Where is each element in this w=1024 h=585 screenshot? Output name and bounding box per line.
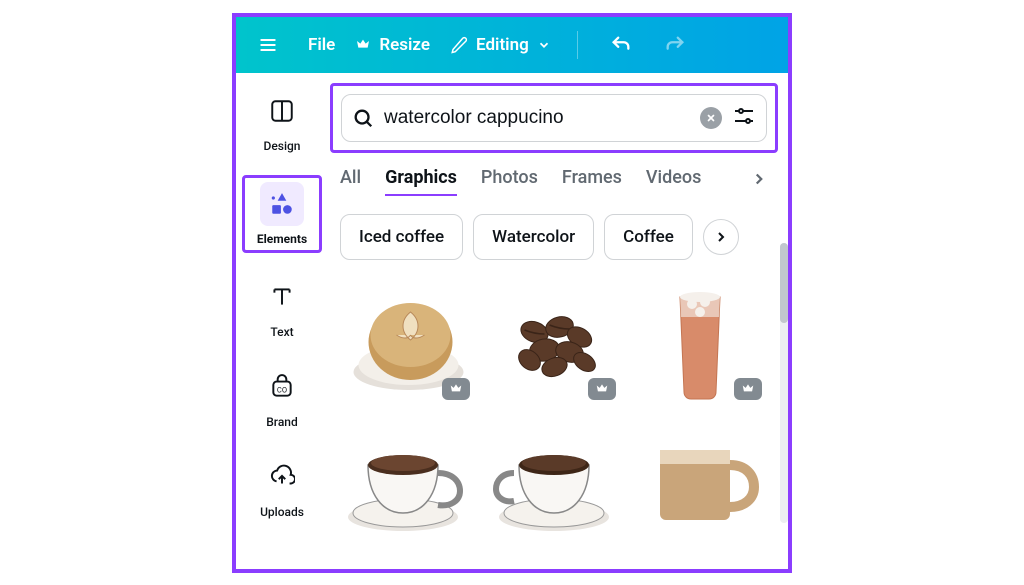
svg-text:CO: CO — [277, 385, 287, 394]
search-icon — [352, 107, 374, 129]
clear-search-button[interactable] — [700, 107, 722, 129]
topbar: File Resize Editing — [236, 17, 788, 73]
filter-button[interactable] — [732, 104, 756, 132]
sidebar-item-label: Brand — [266, 415, 298, 429]
elements-panel: All Graphics Photos Frames Videos Iced c… — [328, 73, 788, 569]
premium-badge — [588, 378, 616, 400]
chips-next-button[interactable] — [703, 219, 739, 255]
graphic-icon — [655, 282, 745, 402]
graphic-icon — [343, 425, 473, 535]
search-field[interactable] — [341, 94, 767, 142]
premium-badge — [442, 378, 470, 400]
result-coffee-beans[interactable] — [486, 278, 622, 406]
scrollbar-thumb[interactable] — [780, 243, 788, 323]
results-grid — [330, 278, 778, 544]
sidebar-item-label: Uploads — [260, 505, 304, 519]
tab-all[interactable]: All — [340, 167, 361, 196]
result-espresso-cup-1[interactable] — [340, 416, 476, 544]
separator — [577, 31, 578, 59]
chevron-right-icon — [713, 229, 729, 245]
result-flat-coffee-mug[interactable] — [632, 416, 768, 544]
undo-button[interactable] — [604, 28, 638, 62]
search-highlight — [330, 83, 778, 153]
chip-iced-coffee[interactable]: Iced coffee — [340, 214, 463, 260]
chip-watercolor[interactable]: Watercolor — [473, 214, 594, 260]
sliders-icon — [732, 104, 756, 128]
body: Design Elements Text CO Brand — [236, 73, 788, 569]
graphic-icon — [492, 292, 617, 392]
crown-icon — [741, 382, 755, 396]
sidebar-item-label: Text — [270, 325, 293, 339]
redo-icon — [664, 34, 686, 56]
undo-icon — [610, 34, 632, 56]
result-latte-art-cup[interactable] — [340, 278, 476, 406]
sidebar-item-elements[interactable]: Elements — [242, 175, 322, 253]
sidebar: Design Elements Text CO Brand — [236, 73, 328, 569]
text-icon — [269, 284, 295, 310]
crown-icon — [355, 37, 371, 53]
crown-icon — [595, 382, 609, 396]
tabs-next-button[interactable] — [750, 170, 768, 192]
editing-mode[interactable]: Editing — [450, 35, 551, 55]
result-iced-coffee-glass[interactable] — [632, 278, 768, 406]
brand-icon: CO — [269, 374, 295, 400]
crown-icon — [449, 382, 463, 396]
file-menu[interactable]: File — [308, 35, 335, 55]
resize-label: Resize — [379, 35, 430, 55]
chip-coffee[interactable]: Coffee — [604, 214, 693, 260]
sidebar-item-label: Elements — [257, 232, 307, 246]
graphic-icon — [640, 430, 760, 530]
close-icon — [706, 113, 716, 123]
sidebar-item-uploads[interactable]: Uploads — [242, 451, 322, 523]
resize-button[interactable]: Resize — [355, 35, 430, 55]
category-tabs: All Graphics Photos Frames Videos — [330, 167, 778, 196]
tab-graphics[interactable]: Graphics — [385, 167, 457, 196]
app-frame: File Resize Editing Design — [232, 13, 792, 573]
uploads-icon — [269, 464, 295, 490]
graphic-icon — [489, 425, 619, 535]
elements-icon — [269, 191, 295, 217]
search-input[interactable] — [384, 107, 690, 129]
chevron-right-icon — [750, 170, 768, 188]
pencil-icon — [450, 36, 468, 54]
scrollbar[interactable] — [780, 243, 788, 523]
redo-button[interactable] — [658, 28, 692, 62]
menu-button[interactable] — [248, 35, 288, 55]
sidebar-item-design[interactable]: Design — [242, 85, 322, 157]
suggestion-chips: Iced coffee Watercolor Coffee — [330, 214, 778, 260]
chevron-down-icon — [537, 38, 551, 52]
tab-videos[interactable]: Videos — [646, 167, 701, 196]
result-espresso-cup-2[interactable] — [486, 416, 622, 544]
design-icon — [269, 98, 295, 124]
sidebar-item-brand[interactable]: CO Brand — [242, 361, 322, 433]
editing-label: Editing — [476, 35, 529, 55]
sidebar-item-text[interactable]: Text — [242, 271, 322, 343]
premium-badge — [734, 378, 762, 400]
tab-frames[interactable]: Frames — [562, 167, 622, 196]
tab-photos[interactable]: Photos — [481, 167, 538, 196]
sidebar-item-label: Design — [264, 139, 301, 153]
